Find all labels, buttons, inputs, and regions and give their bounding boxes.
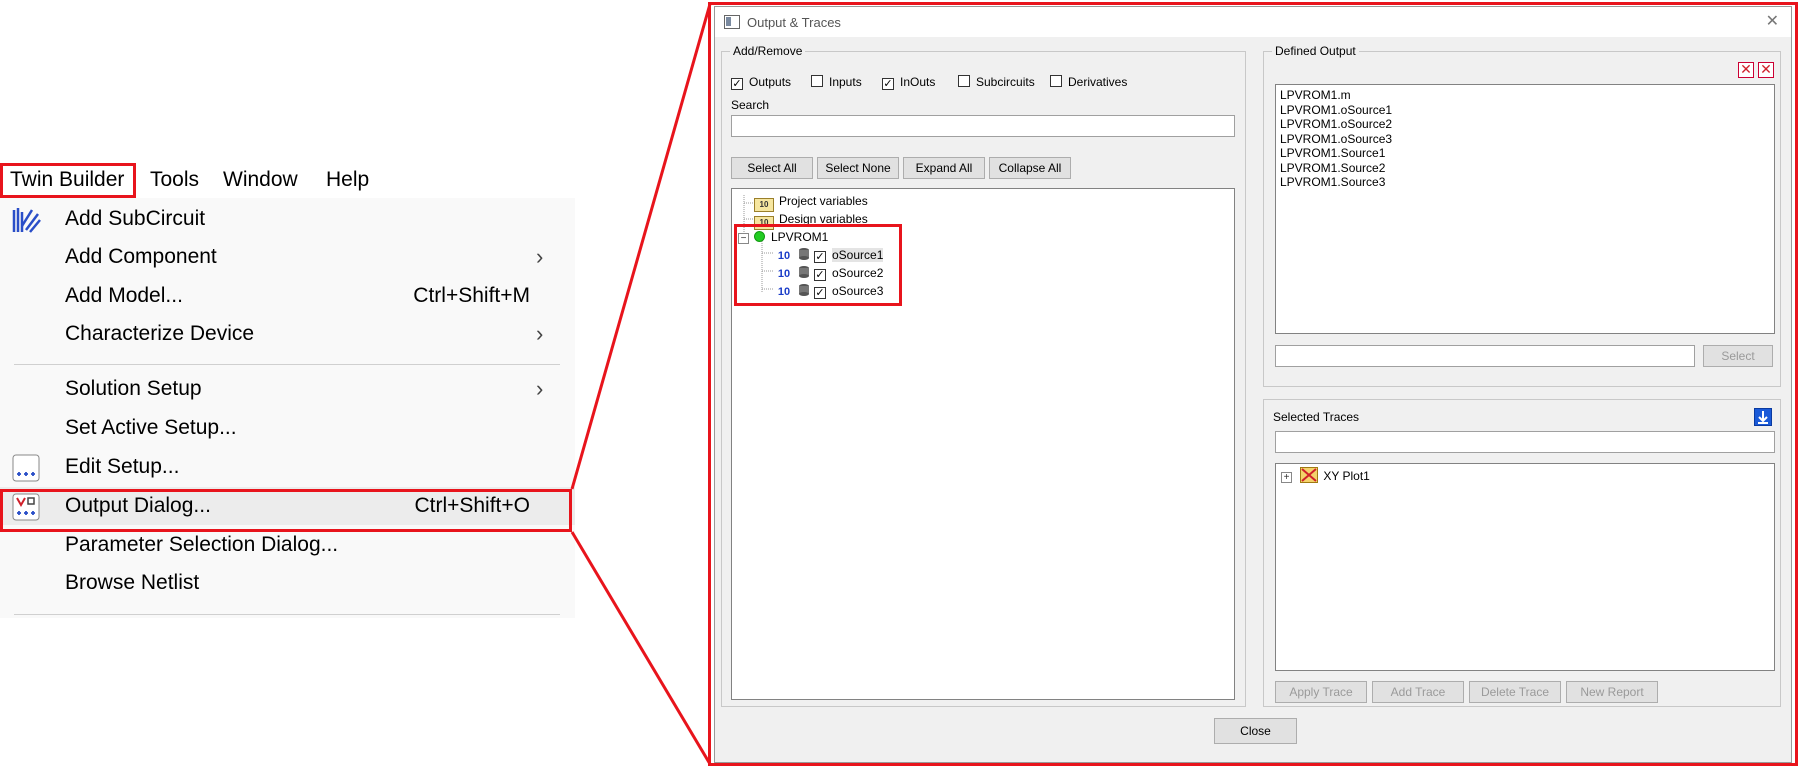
menu-tools[interactable]: Tools [150, 164, 199, 196]
inouts-checkbox[interactable]: ✓ InOuts [882, 74, 935, 90]
list-item[interactable]: LPVROM1.oSource3 [1280, 132, 1392, 147]
checkbox-unchecked-icon [958, 75, 970, 87]
search-input[interactable] [731, 115, 1235, 137]
submenu-arrow-icon: › [536, 321, 544, 346]
select-button[interactable]: Select [1703, 345, 1773, 367]
delete-trace-button[interactable]: Delete Trace [1469, 681, 1561, 703]
menu-item-add-model[interactable]: Add Model... Ctrl+Shift+M [0, 277, 575, 315]
selected-traces-group: Selected Traces + XY Plot1 Apply Trace A… [1263, 399, 1781, 707]
list-item[interactable]: LPVROM1.Source2 [1280, 161, 1385, 176]
menu-item-add-subcircuit[interactable]: Add SubCircuit [0, 200, 575, 238]
defined-output-list[interactable]: LPVROM1.m LPVROM1.oSource1 LPVROM1.oSour… [1275, 84, 1775, 334]
list-item[interactable]: LPVROM1.m [1280, 88, 1351, 103]
tree-project-variables[interactable]: 10 Project variables [754, 193, 868, 212]
variables-tree[interactable]: 10 Project variables 10 Design variables −… [731, 188, 1235, 700]
checkbox-checked-icon: ✓ [731, 78, 743, 90]
twin-builder-highlight [0, 163, 136, 198]
menu-help[interactable]: Help [326, 164, 369, 196]
menu-item-browse-netlist[interactable]: Browse Netlist [0, 564, 575, 602]
new-report-button[interactable]: New Report [1566, 681, 1658, 703]
shortcut-label: Ctrl+Shift+M [413, 284, 530, 307]
list-item[interactable]: LPVROM1.oSource1 [1280, 103, 1392, 118]
subcircuit-icon [12, 206, 41, 234]
dialog-titlebar: Output & Traces ✕ [715, 7, 1791, 37]
edit-setup-icon [12, 454, 40, 482]
close-button[interactable]: Close [1214, 718, 1297, 744]
delete-icon[interactable]: ✕ [1738, 62, 1754, 78]
inputs-checkbox[interactable]: Inputs [811, 74, 862, 90]
selected-traces-label: Selected Traces [1273, 410, 1360, 424]
expression-input[interactable] [1275, 345, 1695, 367]
output-traces-dialog: Output & Traces ✕ Add/Remove ✓ Outputs In… [714, 6, 1792, 763]
variables-folder-icon: 10 [754, 198, 774, 212]
menu-item-characterize-device[interactable]: Characterize Device › [0, 315, 575, 353]
expand-icon[interactable]: + [1281, 472, 1292, 483]
apply-trace-button[interactable]: Apply Trace [1275, 681, 1367, 703]
menu-separator [14, 614, 560, 615]
move-down-icon[interactable] [1754, 408, 1772, 426]
traces-tree[interactable]: + XY Plot1 [1275, 463, 1775, 671]
menu-item-solution-setup[interactable]: Solution Setup › [0, 370, 575, 408]
select-all-button[interactable]: Select All [731, 157, 813, 179]
checkbox-unchecked-icon [1050, 75, 1062, 87]
menu-item-set-active-setup[interactable]: Set Active Setup... [0, 409, 575, 447]
submenu-arrow-icon: › [536, 376, 544, 401]
add-remove-legend: Add/Remove [730, 44, 806, 58]
subcircuits-checkbox[interactable]: Subcircuits [958, 74, 1035, 90]
menu-window[interactable]: Window [223, 164, 298, 196]
menu-item-edit-setup[interactable]: Edit Setup... [0, 448, 575, 486]
app-window-icon [724, 15, 740, 32]
checkbox-unchecked-icon [811, 75, 823, 87]
lpvrom1-highlight [734, 224, 902, 306]
list-item[interactable]: LPVROM1.Source3 [1280, 175, 1385, 190]
output-dialog-highlight [0, 489, 572, 532]
search-label: Search [731, 98, 770, 112]
derivatives-checkbox[interactable]: Derivatives [1050, 74, 1127, 90]
list-item[interactable]: LPVROM1.oSource2 [1280, 117, 1392, 132]
tree-xy-plot1[interactable]: + XY Plot1 [1281, 467, 1370, 483]
defined-output-legend: Defined Output [1272, 44, 1359, 58]
twin-builder-menu: Add SubCircuit Add Component › Add Model… [0, 198, 575, 618]
submenu-arrow-icon: › [536, 244, 544, 269]
select-none-button[interactable]: Select None [817, 157, 899, 179]
outputs-checkbox[interactable]: ✓ Outputs [731, 74, 791, 90]
expand-all-button[interactable]: Expand All [903, 157, 985, 179]
close-icon[interactable]: ✕ [1766, 11, 1779, 31]
trace-filter-input[interactable] [1275, 431, 1775, 453]
menu-separator [14, 364, 560, 365]
menu-item-add-component[interactable]: Add Component › [0, 238, 575, 276]
list-item[interactable]: LPVROM1.Source1 [1280, 146, 1385, 161]
xy-plot-icon [1300, 467, 1319, 483]
collapse-all-button[interactable]: Collapse All [989, 157, 1071, 179]
add-trace-button[interactable]: Add Trace [1372, 681, 1464, 703]
checkbox-checked-icon: ✓ [882, 78, 894, 90]
dialog-title: Output & Traces [747, 15, 841, 30]
defined-output-group: Defined Output ✕ ✕ LPVROM1.m LPVROM1.oSo… [1263, 44, 1781, 387]
add-remove-group: Add/Remove ✓ Outputs Inputs ✓ InOuts Subci… [721, 44, 1246, 707]
delete-all-icon[interactable]: ✕ [1758, 62, 1774, 78]
